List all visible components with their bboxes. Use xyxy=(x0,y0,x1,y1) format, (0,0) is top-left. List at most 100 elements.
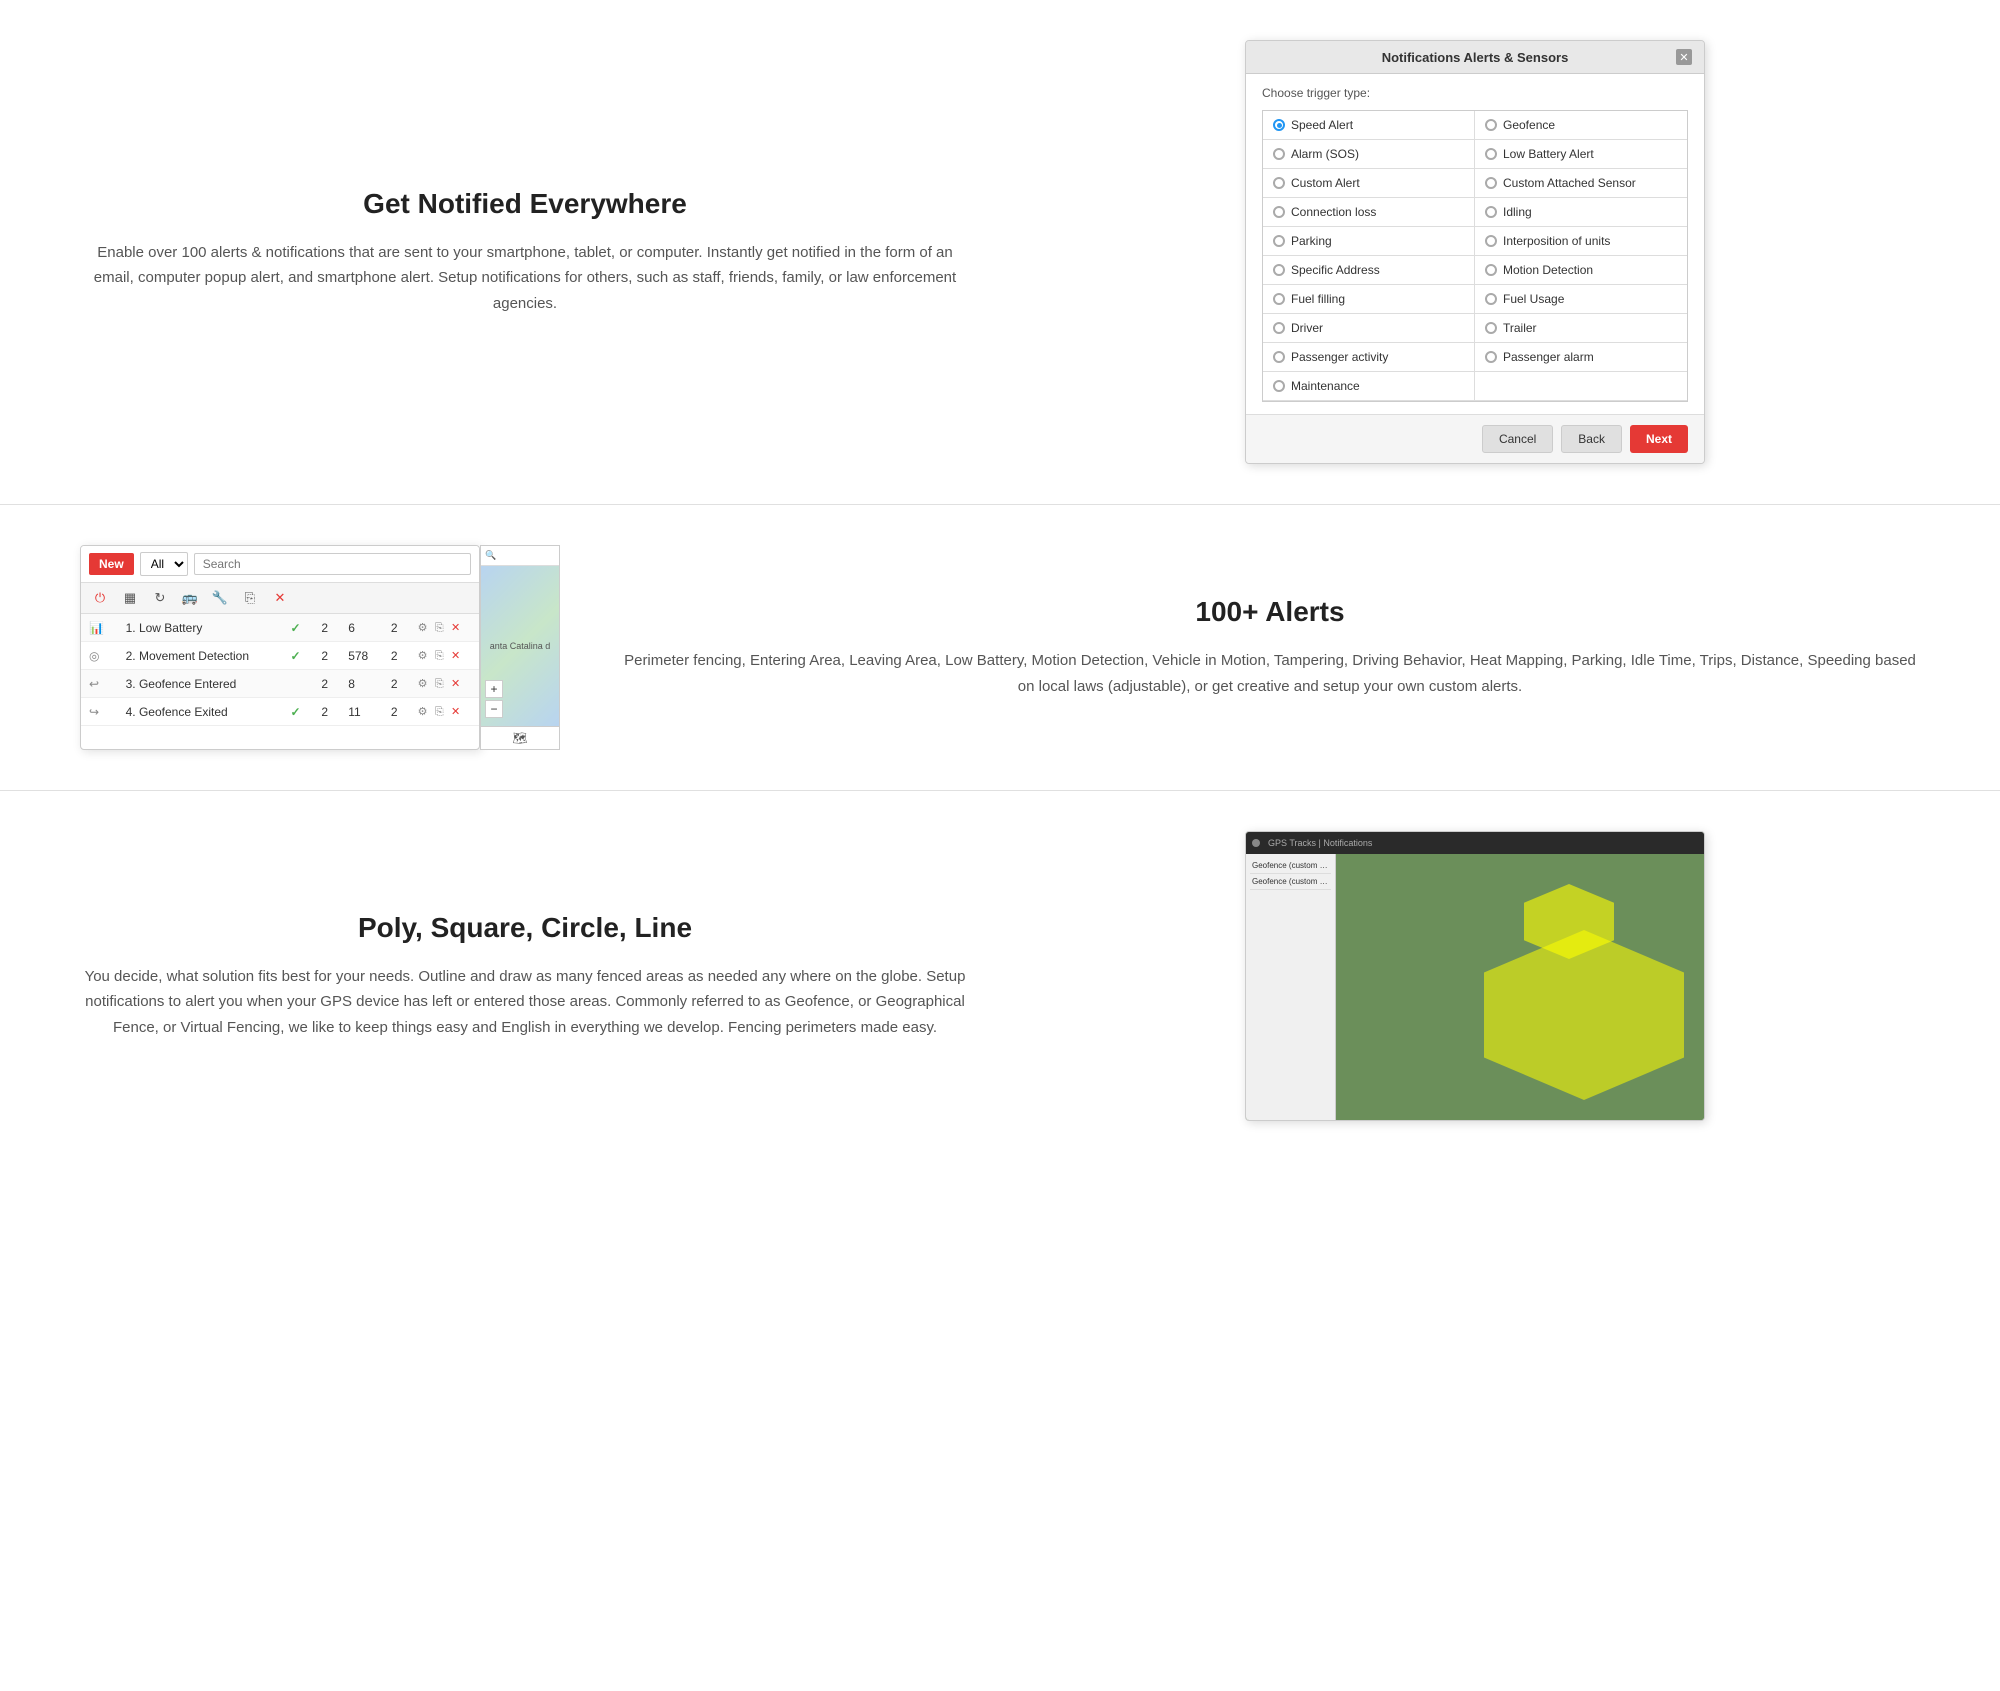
zoom-in-button[interactable]: + xyxy=(485,680,503,698)
modal-footer: Cancel Back Next xyxy=(1246,414,1704,463)
wrench-icon[interactable]: 🔧 xyxy=(209,587,231,609)
sidebar-geofence-item-1[interactable]: Geofence (custom poly) xyxy=(1250,858,1331,874)
next-button[interactable]: Next xyxy=(1630,425,1688,453)
topbar-label: GPS Tracks | Notifications xyxy=(1268,838,1372,848)
option-custom-sensor[interactable]: Custom Attached Sensor xyxy=(1475,169,1687,198)
option-fuel-usage[interactable]: Fuel Usage xyxy=(1475,285,1687,314)
radio-custom-alert xyxy=(1273,177,1285,189)
alerts-toolbar: New All xyxy=(81,546,479,583)
refresh-icon[interactable]: ↻ xyxy=(149,587,171,609)
option-speed-alert[interactable]: Speed Alert xyxy=(1263,111,1475,140)
option-low-battery[interactable]: Low Battery Alert xyxy=(1475,140,1687,169)
table-row[interactable]: ◎ 2. Movement Detection ✓ 2 578 2 ⚙ ⎘ ✕ xyxy=(81,642,479,670)
option-trailer[interactable]: Trailer xyxy=(1475,314,1687,343)
radio-custom-sensor xyxy=(1485,177,1497,189)
zoom-out-button[interactable]: − xyxy=(485,700,503,718)
option-passenger-alarm[interactable]: Passenger alarm xyxy=(1475,343,1687,372)
radio-driver xyxy=(1273,322,1285,334)
section-geofence-description: You decide, what solution fits best for … xyxy=(80,964,970,1041)
alert-col2: 578 xyxy=(340,642,383,670)
option-alarm-sos[interactable]: Alarm (SOS) xyxy=(1263,140,1475,169)
radio-alarm xyxy=(1273,148,1285,160)
option-motion-detection[interactable]: Motion Detection xyxy=(1475,256,1687,285)
alert-name-cell: 2. Movement Detection xyxy=(118,642,283,670)
radio-interposition xyxy=(1485,235,1497,247)
section-geofence-title: Poly, Square, Circle, Line xyxy=(80,912,970,944)
alert-icon-cell: ↪ xyxy=(81,698,118,726)
option-passenger-activity[interactable]: Passenger activity xyxy=(1263,343,1475,372)
section-geofence-text: Poly, Square, Circle, Line You decide, w… xyxy=(80,912,970,1041)
new-alert-button[interactable]: New xyxy=(89,553,134,575)
map-thumbnail: 🔍 anta Catalina d + − 🗺 xyxy=(480,545,560,750)
alert-col1: 2 xyxy=(313,698,340,726)
trigger-label: Choose trigger type: xyxy=(1262,86,1688,100)
option-fuel-filling[interactable]: Fuel filling xyxy=(1263,285,1475,314)
section-alerts: New All ⏻ ▦ ↻ 🚌 🔧 ⎘ ✕ 📊 1. Low B xyxy=(0,505,2000,791)
modal-titlebar: Notifications Alerts & Sensors ✕ xyxy=(1246,41,1704,74)
alert-col3: 2 xyxy=(383,614,410,642)
map-layer-icon[interactable]: 🗺 xyxy=(481,726,559,749)
search-input[interactable] xyxy=(194,553,471,575)
geofence-map-area xyxy=(1336,854,1704,1120)
grid-icon[interactable]: ▦ xyxy=(119,587,141,609)
radio-specific-address xyxy=(1273,264,1285,276)
alert-col2: 11 xyxy=(340,698,383,726)
cancel-button[interactable]: Cancel xyxy=(1482,425,1553,453)
alert-col3: 2 xyxy=(383,698,410,726)
alerts-panel-wrapper: New All ⏻ ▦ ↻ 🚌 🔧 ⎘ ✕ 📊 1. Low B xyxy=(80,545,560,750)
alert-icon-cell: 📊 xyxy=(81,614,118,642)
alerts-table: 📊 1. Low Battery ✓ 2 6 2 ⚙ ⎘ ✕ ◎ xyxy=(81,614,479,726)
section-geofence: Poly, Square, Circle, Line You decide, w… xyxy=(0,791,2000,1161)
power-icon[interactable]: ⏻ xyxy=(89,587,111,609)
topbar-indicator xyxy=(1252,839,1260,847)
back-button[interactable]: Back xyxy=(1561,425,1622,453)
alert-name-cell: 4. Geofence Exited xyxy=(118,698,283,726)
close-icon[interactable]: ✕ xyxy=(269,587,291,609)
option-connection-loss[interactable]: Connection loss xyxy=(1263,198,1475,227)
radio-fuel-usage xyxy=(1485,293,1497,305)
trigger-options-grid: Speed Alert Geofence Alarm (SOS) Low Bat… xyxy=(1262,110,1688,402)
table-row[interactable]: 📊 1. Low Battery ✓ 2 6 2 ⚙ ⎘ ✕ xyxy=(81,614,479,642)
geofence-content: Geofence (custom poly) Geofence (custom … xyxy=(1246,854,1704,1120)
alert-name-cell: 3. Geofence Entered xyxy=(118,670,283,698)
alert-icon-cell: ↩ xyxy=(81,670,118,698)
radio-connection-loss xyxy=(1273,206,1285,218)
modal-body: Choose trigger type: Speed Alert Geofenc… xyxy=(1246,74,1704,414)
bus-icon[interactable]: 🚌 xyxy=(179,587,201,609)
alert-actions: ⚙ ⎘ ✕ xyxy=(410,670,479,698)
geofence-sidebar: Geofence (custom poly) Geofence (custom … xyxy=(1246,854,1336,1120)
alert-actions: ⚙ ⎘ ✕ xyxy=(410,614,479,642)
option-driver[interactable]: Driver xyxy=(1263,314,1475,343)
map-search-bar: 🔍 xyxy=(481,546,559,566)
geofence-shape-large xyxy=(1484,930,1684,1100)
table-row[interactable]: ↪ 4. Geofence Exited ✓ 2 11 2 ⚙ ⎘ ✕ xyxy=(81,698,479,726)
alert-col3: 2 xyxy=(383,642,410,670)
alert-check-cell: ✓ xyxy=(283,698,314,726)
option-maintenance[interactable]: Maintenance xyxy=(1263,372,1475,401)
alerts-icons-bar: ⏻ ▦ ↻ 🚌 🔧 ⎘ ✕ xyxy=(81,583,479,614)
filter-select[interactable]: All xyxy=(140,552,188,576)
section-notified-description: Enable over 100 alerts & notifications t… xyxy=(80,240,970,317)
option-specific-address[interactable]: Specific Address xyxy=(1263,256,1475,285)
sidebar-geofence-item-2[interactable]: Geofence (custom poly) xyxy=(1250,874,1331,890)
option-custom-alert[interactable]: Custom Alert xyxy=(1263,169,1475,198)
map-location-label: anta Catalina d xyxy=(490,641,551,651)
radio-idling xyxy=(1485,206,1497,218)
alert-col1: 2 xyxy=(313,614,340,642)
alert-name-cell: 1. Low Battery xyxy=(118,614,283,642)
section-notified: Get Notified Everywhere Enable over 100 … xyxy=(0,0,2000,505)
modal-close-button[interactable]: ✕ xyxy=(1676,49,1692,65)
option-geofence[interactable]: Geofence xyxy=(1475,111,1687,140)
section-notified-title: Get Notified Everywhere xyxy=(80,188,970,220)
copy-icon[interactable]: ⎘ xyxy=(239,587,261,609)
radio-parking xyxy=(1273,235,1285,247)
radio-fuel-filling xyxy=(1273,293,1285,305)
alert-icon-cell: ◎ xyxy=(81,642,118,670)
alert-check-cell: ✓ xyxy=(283,642,314,670)
option-idling[interactable]: Idling xyxy=(1475,198,1687,227)
option-interposition[interactable]: Interposition of units xyxy=(1475,227,1687,256)
alert-check-cell xyxy=(283,670,314,698)
alert-col1: 2 xyxy=(313,642,340,670)
table-row[interactable]: ↩ 3. Geofence Entered 2 8 2 ⚙ ⎘ ✕ xyxy=(81,670,479,698)
option-parking[interactable]: Parking xyxy=(1263,227,1475,256)
